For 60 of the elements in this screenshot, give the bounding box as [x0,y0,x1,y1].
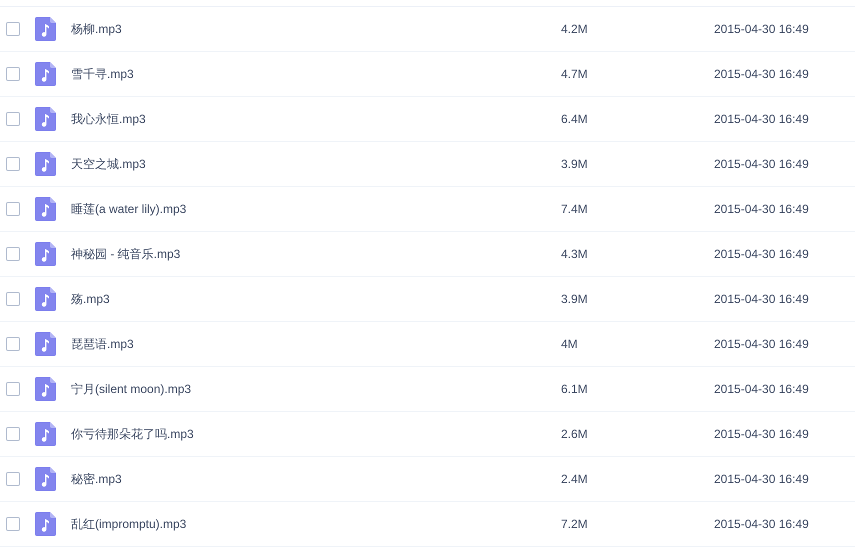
file-name[interactable]: 神秘园 - 纯音乐.mp3 [71,245,561,263]
row-checkbox[interactable] [6,337,20,351]
modified-time: 2015-04-30 16:49 [714,201,809,218]
file-size: 7.4M [561,201,589,218]
music-file-icon [35,242,56,266]
modified-time: 2015-04-30 16:49 [714,426,809,443]
music-file-icon [35,107,56,131]
row-checkbox[interactable] [6,112,20,126]
music-file-icon [35,512,56,536]
row-checkbox[interactable] [6,427,20,441]
file-size: 2.6M [561,426,589,443]
modified-time: 2015-04-30 16:49 [714,246,809,263]
modified-time: 2015-04-30 16:49 [714,381,809,398]
modified-time: 2015-04-30 16:49 [714,21,809,38]
row-checkbox[interactable] [6,472,20,486]
row-checkbox[interactable] [6,517,20,531]
file-size: 6.4M [561,111,589,128]
file-name[interactable]: 雪千寻.mp3 [71,65,561,83]
music-file-icon [35,17,56,41]
modified-time: 2015-04-30 16:49 [714,471,809,488]
file-name[interactable]: 杨柳.mp3 [71,20,561,38]
row-checkbox[interactable] [6,67,20,81]
file-name[interactable]: 乱红(impromptu).mp3 [71,515,561,533]
file-name[interactable]: 我心永恒.mp3 [71,110,561,128]
music-file-icon [35,287,56,311]
file-name[interactable]: 你亏待那朵花了吗.mp3 [71,425,561,443]
file-size: 3.9M [561,291,589,308]
file-name[interactable]: 天空之城.mp3 [71,155,561,173]
modified-time: 2015-04-30 16:49 [714,66,809,83]
file-size: 6.1M [561,381,589,398]
row-checkbox[interactable] [6,247,20,261]
file-size: 4.2M [561,21,589,38]
file-size: 7.2M [561,516,589,533]
file-size: 4M [561,336,579,353]
file-name[interactable]: 秘密.mp3 [71,470,561,488]
file-size: 3.9M [561,156,589,173]
music-file-icon [35,377,56,401]
row-checkbox[interactable] [6,202,20,216]
file-name[interactable]: 宁月(silent moon).mp3 [71,380,561,398]
file-name[interactable]: 琵琶语.mp3 [71,335,561,353]
row-checkbox[interactable] [6,292,20,306]
modified-time: 2015-04-30 16:49 [714,156,809,173]
music-file-icon [35,332,56,356]
music-file-icon [35,422,56,446]
music-file-icon [35,62,56,86]
file-size: 2.4M [561,471,589,488]
row-checkbox[interactable] [6,382,20,396]
music-file-icon [35,152,56,176]
modified-time: 2015-04-30 16:49 [714,291,809,308]
file-name[interactable]: 睡莲(a water lily).mp3 [71,200,561,218]
music-file-icon [35,467,56,491]
file-size: 4.7M [561,66,589,83]
music-file-icon [35,197,56,221]
modified-time: 2015-04-30 16:49 [714,516,809,533]
modified-time: 2015-04-30 16:49 [714,336,809,353]
file-name[interactable]: 殇.mp3 [71,290,561,308]
row-checkbox[interactable] [6,157,20,171]
row-checkbox[interactable] [6,22,20,36]
modified-time: 2015-04-30 16:49 [714,111,809,128]
file-size: 4.3M [561,246,589,263]
